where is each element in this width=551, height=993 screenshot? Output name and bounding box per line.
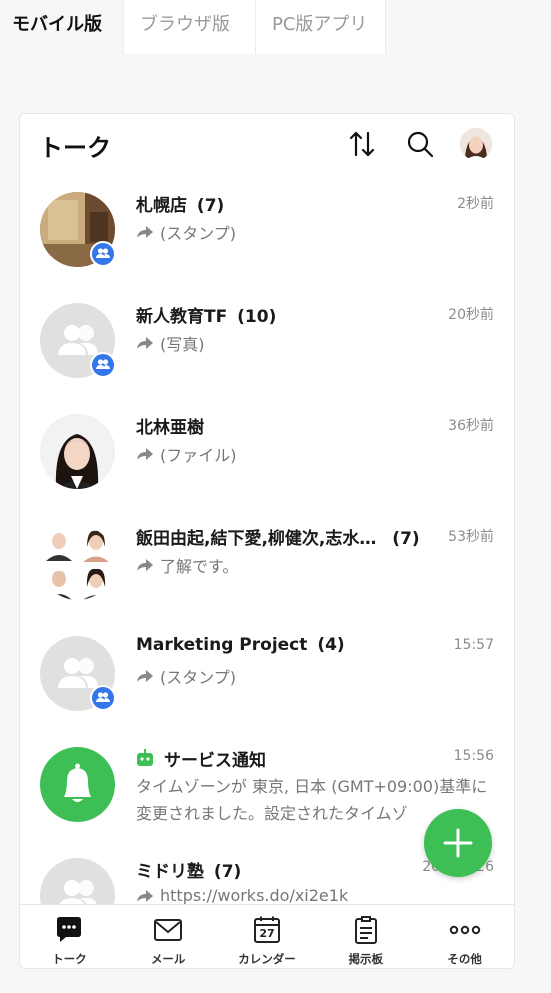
chat-last-message: (写真) — [136, 331, 205, 355]
plus-icon — [443, 828, 473, 858]
page-title: トーク — [39, 134, 111, 162]
calendar-icon: 27 — [252, 915, 282, 945]
chat-name: 飯田由起,結下愛,柳健次,志水… (7) — [136, 529, 420, 549]
chat-last-message: (スタンプ) — [136, 664, 236, 688]
chat-time: 20秒前 — [448, 307, 494, 323]
board-icon — [354, 916, 377, 944]
new-chat-button[interactable] — [424, 809, 492, 877]
forward-arrow-icon — [137, 448, 153, 460]
mail-icon — [154, 919, 183, 941]
nav-more[interactable]: その他 — [415, 905, 514, 968]
tab-bar-filler — [386, 0, 551, 54]
more-icon — [449, 925, 480, 935]
talk-header: トーク — [20, 114, 514, 174]
platform-tabs: モバイル版 ブラウザ版 PC版アプリ — [0, 0, 551, 54]
chat-list: 札幌店 (7) 2秒前 (スタンプ) 新人教育TF (10) 20秒前 (写真)… — [20, 174, 514, 904]
nav-calendar-label: カレンダー — [238, 952, 296, 966]
search-icon[interactable] — [405, 128, 435, 160]
forward-arrow-icon — [137, 889, 153, 902]
chat-avatar-photo — [40, 414, 115, 489]
nav-talk-label: トーク — [52, 952, 87, 966]
tab-browser[interactable]: ブラウザ版 — [124, 0, 256, 54]
sort-icon[interactable] — [347, 128, 377, 160]
chat-row[interactable]: Marketing Project (4) 15:57 (スタンプ) — [20, 618, 514, 729]
chat-time: 53秒前 — [448, 529, 494, 545]
tab-mobile[interactable]: モバイル版 — [0, 0, 124, 54]
chat-time: 15:57 — [453, 637, 494, 653]
chat-name: ミドリ塾 (7) — [136, 862, 242, 882]
mobile-app-frame: トーク 札幌店 (7) 2秒前 (スタンプ) 新人教育TF (10) 20秒前 … — [19, 113, 515, 969]
default-group-avatar-icon — [40, 858, 115, 904]
forward-arrow-icon — [137, 337, 153, 349]
chat-last-message: (ファイル) — [136, 442, 237, 466]
chat-name: 北林亜樹 — [136, 418, 204, 438]
bottom-nav: トーク メール 27 カレンダー 掲示板 その他 — [20, 904, 514, 968]
chat-avatar-collage — [40, 525, 115, 600]
forward-arrow-icon — [137, 670, 153, 682]
nav-more-label: その他 — [447, 952, 482, 966]
group-badge-icon — [90, 685, 116, 711]
chat-row[interactable]: 新人教育TF (10) 20秒前 (写真) — [20, 285, 514, 396]
chat-time: 15:56 — [453, 748, 494, 764]
chat-row[interactable]: 北林亜樹 36秒前 (ファイル) — [20, 396, 514, 507]
nav-mail-label: メール — [150, 952, 186, 966]
chat-name: 札幌店 (7) — [136, 196, 225, 216]
chat-name: 新人教育TF (10) — [136, 307, 277, 327]
nav-mail[interactable]: メール — [119, 905, 218, 968]
group-badge-icon — [90, 352, 116, 378]
profile-avatar[interactable] — [460, 128, 492, 160]
nav-calendar[interactable]: 27 カレンダー — [218, 905, 317, 968]
chat-time: 36秒前 — [448, 418, 494, 434]
chat-row[interactable]: 飯田由起,結下愛,柳健次,志水… (7) 53秒前 了解です。 — [20, 507, 514, 618]
chat-row[interactable]: 札幌店 (7) 2秒前 (スタンプ) — [20, 174, 514, 285]
bell-icon — [40, 747, 115, 822]
nav-talk[interactable]: トーク — [20, 905, 119, 968]
bot-icon — [137, 749, 153, 766]
forward-arrow-icon — [137, 559, 153, 571]
chat-name: Marketing Project (4) — [136, 635, 345, 655]
group-badge-icon — [90, 241, 116, 267]
chat-last-message: https://works.do/xi2e1k — [136, 886, 348, 904]
nav-board[interactable]: 掲示板 — [316, 905, 415, 968]
forward-arrow-icon — [137, 226, 153, 238]
chat-icon — [57, 917, 82, 942]
calendar-day: 27 — [259, 927, 275, 940]
chat-time: 2秒前 — [457, 196, 494, 212]
chat-last-message: 了解です。 — [136, 553, 238, 577]
chat-name: サービス通知 — [164, 751, 266, 771]
nav-board-label: 掲示板 — [348, 952, 384, 966]
tab-pc-app[interactable]: PC版アプリ — [256, 0, 386, 54]
chat-last-message: (スタンプ) — [136, 220, 236, 244]
